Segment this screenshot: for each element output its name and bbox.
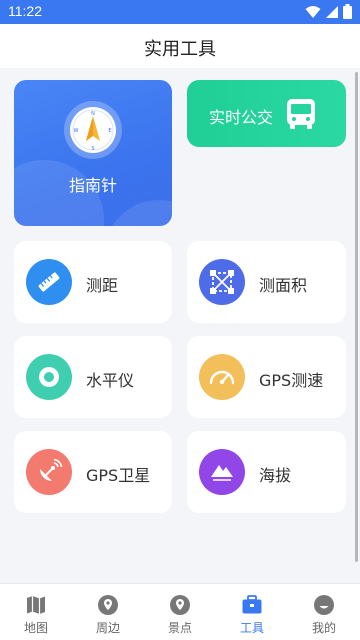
bus-label: 实时公交 (209, 108, 274, 127)
tool-card-speed[interactable]: GPS测速 (187, 336, 346, 418)
svg-text:E: E (108, 128, 111, 134)
toolbox-icon (242, 595, 262, 614)
compass-card[interactable]: N S W E 指南针 (14, 80, 172, 226)
tab-label: 我的 (311, 621, 336, 635)
svg-text:N: N (91, 111, 95, 117)
tool-label: 测面积 (259, 276, 308, 295)
tool-card-altitude[interactable]: 海拔 (187, 431, 346, 513)
speedometer-icon (199, 354, 245, 400)
tab-map[interactable]: 地图 (0, 584, 72, 640)
tool-label: GPS测速 (259, 371, 324, 390)
tab-label: 工具 (239, 621, 264, 635)
compass-icon: N S W E (64, 101, 122, 159)
svg-text:W: W (74, 128, 79, 134)
tab-attractions[interactable]: 景点 (144, 584, 216, 640)
level-icon (26, 354, 72, 400)
map-icon (27, 596, 45, 614)
tool-card-area[interactable]: 测面积 (187, 241, 346, 323)
ruler-icon (26, 259, 72, 305)
tool-label: 海拔 (259, 466, 292, 485)
tab-tools[interactable]: 工具 (216, 584, 288, 640)
mountain-icon (199, 449, 245, 495)
status-time: 11:22 (8, 3, 42, 19)
signal-icon (326, 5, 338, 18)
scrollbar[interactable] (355, 72, 358, 562)
battery-icon (343, 4, 352, 19)
tool-label: 测距 (86, 276, 119, 295)
area-icon (199, 259, 245, 305)
tab-nearby[interactable]: 周边 (72, 584, 144, 640)
tab-label: 周边 (95, 621, 120, 635)
tab-label: 地图 (23, 621, 48, 635)
location-pin-icon (98, 595, 118, 615)
tab-label: 景点 (167, 621, 192, 635)
tab-profile[interactable]: 我的 (288, 584, 360, 640)
tool-label: GPS卫星 (86, 466, 151, 485)
wifi-icon (305, 5, 321, 18)
bottom-tab-bar: 地图 周边 景点 工具 我的 (0, 583, 360, 640)
page-title: 实用工具 (144, 39, 216, 60)
compass-label: 指南针 (68, 176, 117, 195)
tool-card-satellite[interactable]: GPS卫星 (14, 431, 172, 513)
bus-icon (287, 99, 315, 129)
decor-bubble (104, 200, 172, 226)
tool-card-level[interactable]: 水平仪 (14, 336, 172, 418)
app-bar: 实用工具 (0, 24, 360, 68)
svg-text:S: S (91, 146, 94, 152)
tool-label: 水平仪 (86, 371, 135, 390)
bus-card[interactable]: 实时公交 (187, 80, 346, 147)
smiley-icon (314, 595, 334, 615)
satellite-icon (26, 449, 72, 495)
tool-card-ruler[interactable]: 测距 (14, 241, 172, 323)
location-pin-icon (170, 595, 190, 615)
status-bar: 11:22 (0, 0, 360, 24)
